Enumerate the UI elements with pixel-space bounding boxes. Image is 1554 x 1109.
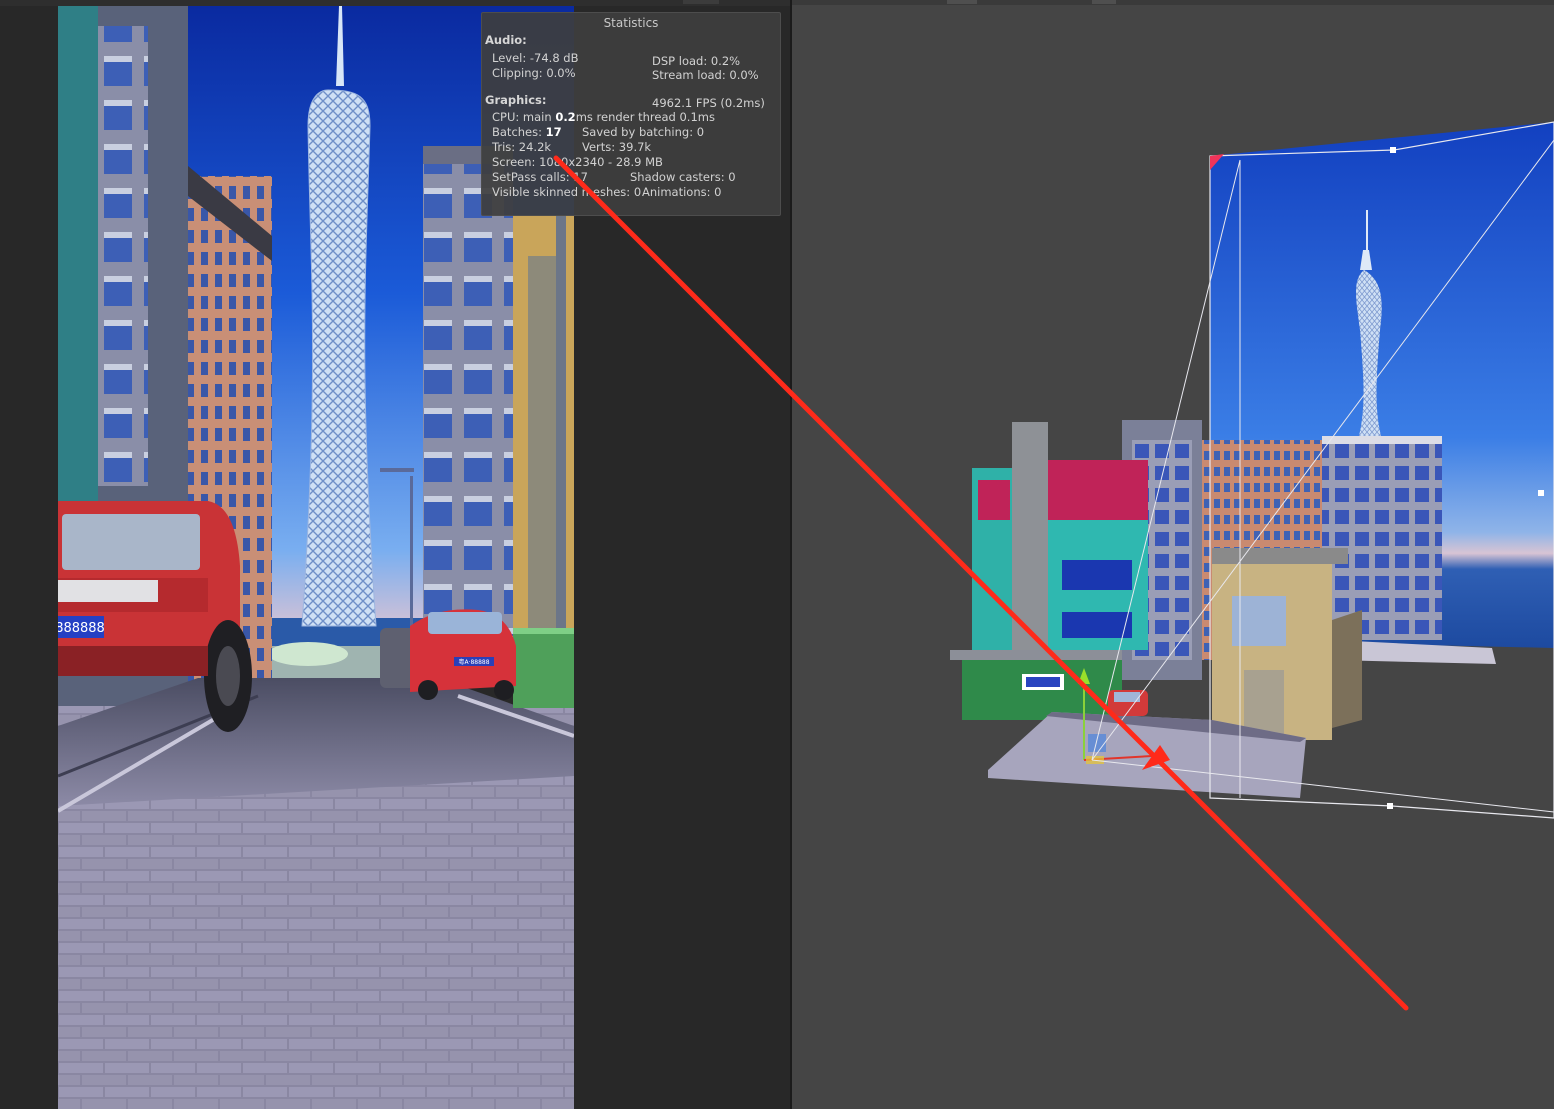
verts-count: Verts: 39.7k (582, 140, 652, 154)
shadow-casters: Shadow casters: 0 (630, 170, 736, 184)
dsp-load: DSP load: 0.2% (652, 54, 741, 68)
batches-prefix: Batches: (492, 125, 546, 139)
audio-heading: Audio: (485, 33, 527, 47)
license-plate-right: 粤A·88888 (458, 658, 489, 666)
setpass-calls: SetPass calls: 17 (492, 170, 588, 184)
fps-readout: 4962.1 FPS (0.2ms) (652, 96, 765, 110)
audio-level: Level: -74.8 dB (492, 51, 579, 65)
batches-value: 17 (545, 125, 562, 139)
scene-toolbar-button[interactable] (947, 0, 977, 4)
cpu-prefix: CPU: main (492, 110, 556, 124)
license-plate-left: 888888 (58, 621, 105, 636)
batches: Batches: 17 (492, 125, 562, 140)
tris-count: Tris: 24.2k (492, 140, 552, 154)
visible-skinned-meshes: Visible skinned meshes: 0 (492, 185, 642, 199)
screen-info: Screen: 1080x2340 - 28.9 MB (492, 155, 663, 169)
cpu-timing: CPU: main 0.2ms render thread 0.1ms (492, 110, 715, 125)
animations-count: Animations: 0 (642, 185, 722, 199)
statistics-overlay: Statistics Audio: Level: -74.8 dB Clippi… (481, 12, 781, 216)
cpu-suffix: ms render thread 0.1ms (575, 110, 715, 124)
scene-toolbar-button[interactable] (1092, 0, 1116, 4)
graphics-heading: Graphics: (485, 93, 547, 107)
audio-clipping: Clipping: 0.0% (492, 66, 576, 80)
unity-editor-window: 粤A·88888 888888 Statistics Audio: Level:… (0, 0, 1554, 1109)
cpu-main-value: 0.2 (555, 110, 576, 124)
saved-by-batching: Saved by batching: 0 (582, 125, 705, 139)
scene-viewport[interactable] (792, 0, 1554, 1109)
statistics-title: Statistics (603, 16, 659, 30)
game-toolbar-button[interactable] (683, 0, 719, 4)
scene-view-panel[interactable] (792, 0, 1554, 1109)
stream-load: Stream load: 0.0% (652, 68, 759, 82)
game-view-panel[interactable]: 粤A·88888 888888 Statistics Audio: Level:… (0, 0, 790, 1109)
scene-view-toolbar (792, 0, 1554, 5)
